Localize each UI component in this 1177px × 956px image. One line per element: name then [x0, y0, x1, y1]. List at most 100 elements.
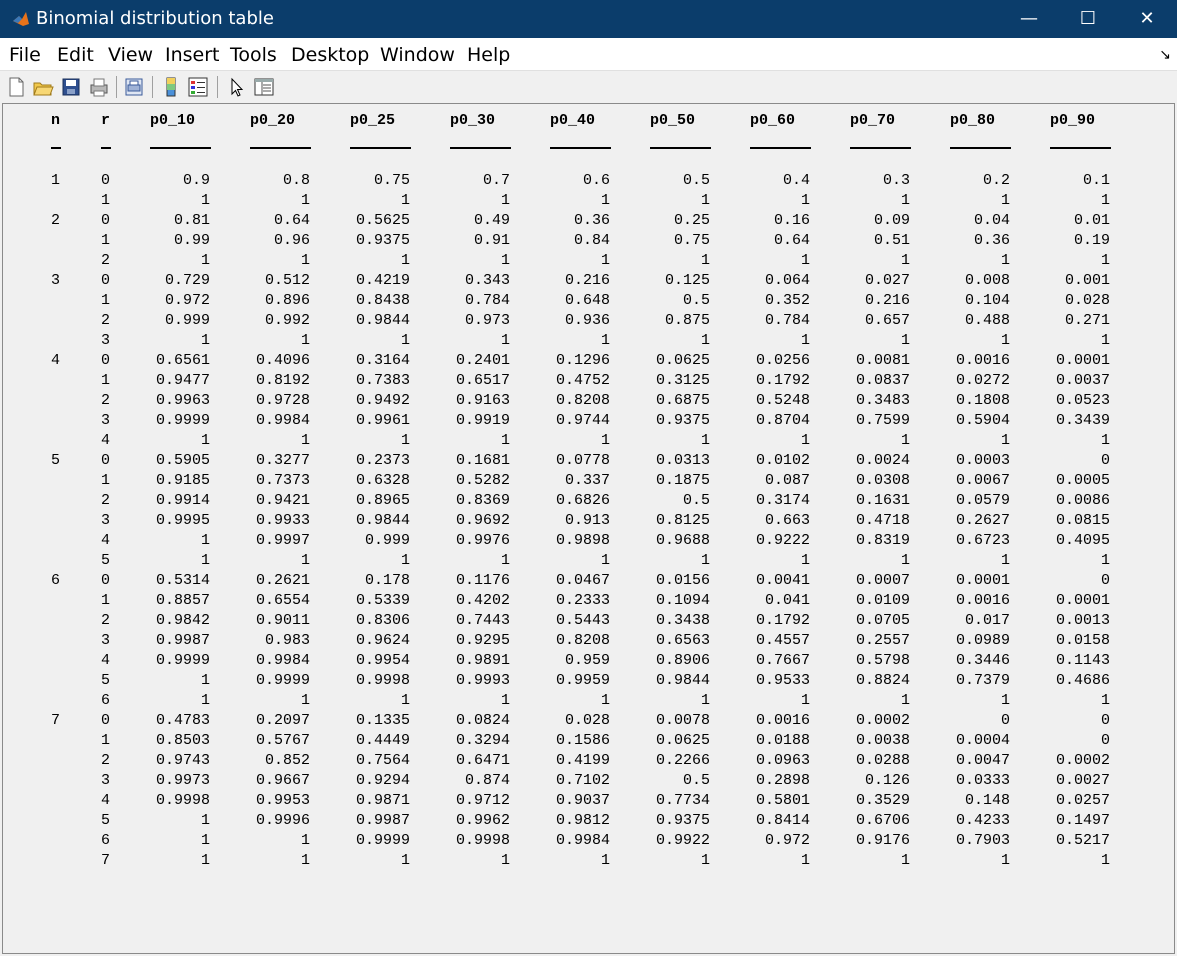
table-cell: 0.81 [173, 212, 210, 229]
save-icon[interactable] [60, 76, 82, 98]
minimize-button[interactable]: — [1000, 0, 1058, 38]
menu-desktop[interactable]: Desktop [291, 44, 369, 66]
table-cell: 0.6517 [455, 372, 510, 389]
table-cell: 0.0001 [955, 572, 1010, 589]
table-cell: 0.8192 [255, 372, 310, 389]
table-cell: 0 [1100, 712, 1110, 729]
table-cell: 0.51 [873, 232, 910, 249]
table-cell: 0.9871 [355, 792, 410, 809]
close-button[interactable]: ✕ [1118, 0, 1176, 38]
menu-window[interactable]: Window [380, 44, 455, 66]
table-cell: 0.0001 [1055, 352, 1110, 369]
table-cell: 0.0001 [1055, 592, 1110, 609]
table-cell: 0.0109 [855, 592, 910, 609]
pointer-icon[interactable] [226, 76, 248, 98]
dock-arrow-icon[interactable]: ↘ [1159, 46, 1171, 63]
table-cell: 0.0313 [655, 452, 710, 469]
table-cell: 1 [300, 552, 310, 569]
table-cell: 0.0467 [555, 572, 610, 589]
table-cell: 0.9375 [355, 232, 410, 249]
table-cell: 0.1335 [355, 712, 410, 729]
table-cell: 0.1143 [1055, 652, 1110, 669]
r-value: 4 [101, 652, 111, 669]
table-cell: 0.6561 [155, 352, 210, 369]
table-cell: 0.9037 [555, 792, 610, 809]
table-cell: 0.9743 [155, 752, 210, 769]
table-cell: 0.104 [964, 292, 1010, 309]
colorbar-icon[interactable] [160, 76, 182, 98]
table-cell: 0.9728 [255, 392, 310, 409]
table-cell: 1 [400, 432, 410, 449]
legend-icon[interactable] [187, 76, 209, 98]
table-cell: 0.9914 [155, 492, 210, 509]
table-cell: 0.5 [682, 772, 710, 789]
table-cell: 1 [200, 672, 210, 689]
n-value: 4 [51, 352, 61, 369]
table-cell: 1 [1000, 332, 1010, 349]
table-cell: 0.9922 [655, 832, 710, 849]
menu-tools[interactable]: Tools [230, 44, 277, 66]
table-cell: 0.2097 [255, 712, 310, 729]
r-value: 0 [101, 172, 111, 189]
table-cell: 0.3 [882, 172, 910, 189]
table-cell: 1 [200, 332, 210, 349]
r-value: 0 [101, 352, 111, 369]
table-cell: 0.5217 [1055, 832, 1110, 849]
table-cell: 1 [1100, 252, 1110, 269]
maximize-button[interactable]: ☐ [1059, 0, 1117, 38]
table-cell: 0.7102 [555, 772, 610, 789]
table-cell: 1 [400, 692, 410, 709]
table-cell: 0.512 [264, 272, 310, 289]
table-cell: 1 [500, 252, 510, 269]
table-cell: 0.0038 [855, 732, 910, 749]
print-icon[interactable] [88, 76, 110, 98]
table-cell: 0.271 [1064, 312, 1110, 329]
table-cell: 0.9962 [455, 812, 510, 829]
table-cell: 1 [1000, 692, 1010, 709]
table-cell: 0.3483 [855, 392, 910, 409]
table-cell: 0.9477 [155, 372, 210, 389]
table-cell: 0.008 [964, 272, 1010, 289]
table-cell: 0.1808 [955, 392, 1010, 409]
print-preview-icon[interactable] [123, 76, 145, 98]
menu-file[interactable]: File [9, 44, 41, 66]
r-value: 0 [101, 712, 111, 729]
table-cell: 1 [1000, 432, 1010, 449]
menu-view[interactable]: View [108, 44, 153, 66]
table-cell: 0.001 [1064, 272, 1110, 289]
property-editor-icon[interactable] [253, 76, 275, 98]
table-cell: 0.8965 [355, 492, 410, 509]
table-cell: 0.4233 [955, 812, 1010, 829]
table-cell: 0.9961 [355, 412, 410, 429]
table-cell: 0.8704 [755, 412, 810, 429]
table-cell: 0.0523 [1055, 392, 1110, 409]
open-icon[interactable] [32, 76, 54, 98]
table-cell: 1 [800, 692, 810, 709]
table-cell: 1 [900, 432, 910, 449]
header-underline [250, 147, 311, 149]
table-cell: 1 [800, 552, 810, 569]
r-value: 4 [101, 792, 111, 809]
table-cell: 0.9963 [155, 392, 210, 409]
table-cell: 0.0579 [955, 492, 1010, 509]
table-cell: 1 [300, 832, 310, 849]
table-cell: 0.9973 [155, 772, 210, 789]
table-cell: 1 [200, 552, 210, 569]
table-cell: 0.337 [564, 472, 610, 489]
table-cell: 0.0963 [755, 752, 810, 769]
menu-edit[interactable]: Edit [57, 44, 94, 66]
table-cell: 1 [900, 552, 910, 569]
table-cell: 0.4557 [755, 632, 810, 649]
table-cell: 0.5767 [255, 732, 310, 749]
menu-help[interactable]: Help [467, 44, 510, 66]
r-value: 5 [101, 812, 111, 829]
table-cell: 1 [1000, 252, 1010, 269]
new-figure-icon[interactable] [5, 76, 27, 98]
table-cell: 0.25 [673, 212, 710, 229]
table-cell: 0.148 [964, 792, 1010, 809]
table-cell: 1 [900, 252, 910, 269]
header-underline [650, 147, 711, 149]
table-cell: 1 [1100, 432, 1110, 449]
menu-insert[interactable]: Insert [165, 44, 220, 66]
table-cell: 0.01 [1073, 212, 1110, 229]
